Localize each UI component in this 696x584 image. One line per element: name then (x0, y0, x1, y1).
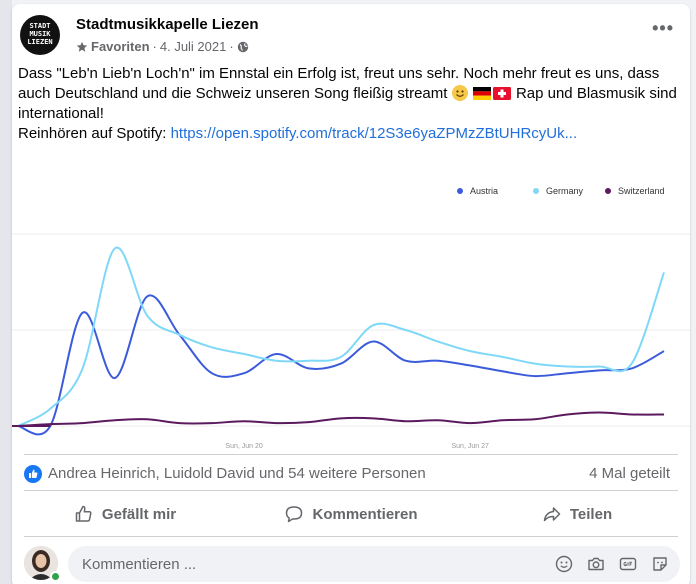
divider (24, 536, 678, 537)
legend-label-germany: Germany (546, 186, 584, 196)
share-button[interactable]: Teilen (464, 494, 690, 534)
smiley-emoji-icon (451, 85, 468, 101)
reactions-bar: Andrea Heinrich, Luidold David und 54 we… (12, 459, 690, 489)
action-bar: Gefällt mir Kommentieren Teilen (12, 494, 690, 534)
series-line-switzerland (17, 411, 665, 427)
page-name-link[interactable]: Stadtmusikkapelle Liezen (76, 16, 259, 33)
spotify-link[interactable]: https://open.spotify.com/track/12S3e6yaZ… (171, 125, 578, 142)
streams-line-chart: Sun, Jun 20 Sun, Jun 27 Austria Germany Swit… (12, 186, 690, 450)
more-options-button[interactable]: ••• (652, 18, 674, 39)
separator-dot: · (229, 39, 234, 54)
series-line-germany (17, 246, 665, 427)
share-label: Teilen (569, 505, 613, 523)
reaction-names[interactable]: Andrea Heinrich, Luidold David und 54 we… (48, 465, 426, 482)
comment-label: Kommentieren (312, 505, 418, 523)
post-text: Dass "Leb'n Lieb'n Loch'n" im Ennstal ei… (18, 64, 684, 144)
post-card: STADT MUSIK LIEZEN Stadtmusikkapelle Lieze… (12, 4, 690, 584)
comment-placeholder: Kommentieren ... (82, 556, 197, 573)
share-count[interactable]: 4 Mal geteilt (589, 465, 670, 482)
globe-icon (237, 41, 248, 52)
streams-chart: Sun, Jun 20 Sun, Jun 27 Austria Germany Swit… (12, 164, 690, 454)
legend-label-switzerland: Switzerland (618, 186, 665, 196)
camera-icon[interactable] (586, 554, 606, 574)
page-avatar[interactable]: STADT MUSIK LIEZEN (20, 15, 60, 55)
comment-button[interactable]: Kommentieren (238, 494, 464, 534)
separator-dot: · (152, 39, 157, 54)
emoji-icon[interactable] (554, 554, 574, 574)
like-button[interactable]: Gefällt mir (12, 494, 238, 534)
spotify-prefix: Reinhören auf Spotify: (18, 125, 171, 142)
comment-row: Kommentieren ... (12, 542, 690, 584)
legend-marker-austria (457, 188, 463, 194)
comment-tools (554, 554, 670, 574)
comment-bubble-icon (286, 506, 303, 523)
x-tick-label: Sun, Jun 20 (225, 443, 262, 450)
audience-label[interactable]: Favoriten (91, 39, 150, 54)
post-date[interactable]: 4. Juli 2021 (160, 39, 227, 54)
divider (24, 490, 678, 491)
switzerland-flag-icon (492, 87, 511, 100)
left-background-strip (0, 0, 12, 584)
x-tick-label: Sun, Jun 27 (452, 443, 489, 450)
star-icon (76, 41, 88, 52)
post-header: STADT MUSIK LIEZEN Stadtmusikkapelle Lieze… (12, 4, 690, 60)
like-label: Gefällt mir (101, 505, 177, 523)
legend-marker-switzerland (605, 188, 611, 194)
gif-icon[interactable] (618, 554, 638, 574)
post-meta: Favoriten · 4. Juli 2021 · (76, 39, 249, 54)
comment-input[interactable]: Kommentieren ... (68, 546, 680, 582)
thumbs-up-icon (75, 505, 92, 522)
legend-marker-germany (533, 188, 539, 194)
share-arrow-icon (543, 507, 561, 522)
like-reaction-icon (24, 465, 42, 483)
germany-flag-icon (472, 87, 491, 100)
online-status-indicator (50, 571, 61, 582)
legend-label-austria: Austria (470, 186, 498, 196)
sticker-icon[interactable] (650, 554, 670, 574)
divider (24, 454, 678, 455)
